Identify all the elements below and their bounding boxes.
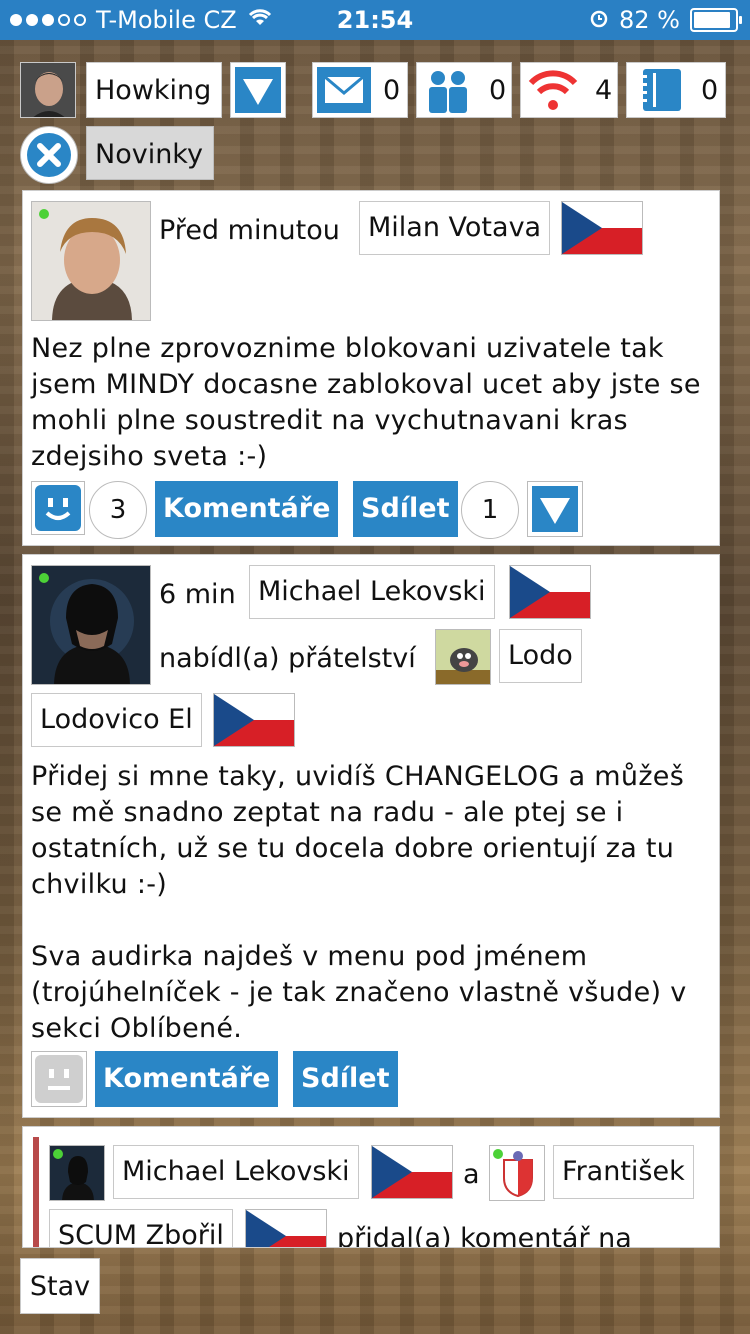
wifi-red-icon [525, 67, 581, 113]
online-indicator [39, 573, 49, 583]
username-button[interactable]: Howking [86, 62, 222, 118]
mail-icon [317, 67, 371, 113]
author-name-button[interactable]: Michael Lekovski [249, 565, 495, 619]
post-text: Nez plne zprovoznime blokovani uzivatele… [31, 333, 701, 472]
action-text: nabídl(a) přátelství [159, 643, 416, 674]
status-button-label: Stav [29, 1271, 91, 1302]
comments-button[interactable]: Komentáře [95, 1051, 279, 1107]
target-avatar[interactable] [435, 629, 491, 685]
status-bar: T-Mobile CZ 21:54 82 % [0, 0, 750, 40]
section-title-label: Novinky [95, 139, 203, 170]
notebook-icon [633, 67, 689, 113]
friends-count: 0 [489, 75, 507, 106]
notes-button[interactable]: 0 [626, 62, 726, 118]
author-avatar[interactable] [31, 565, 151, 685]
author-avatar[interactable] [31, 201, 151, 321]
post-time: 6 min [159, 579, 236, 610]
neutral-face-icon [35, 1055, 83, 1103]
close-icon [27, 133, 71, 177]
smiley-icon [35, 485, 81, 531]
czech-flag-icon [245, 1209, 327, 1247]
online-indicator [53, 1149, 63, 1159]
czech-flag-icon [509, 565, 591, 619]
share-count: 1 [461, 481, 519, 539]
target-fullname-button[interactable]: Lodovico El [31, 693, 202, 747]
battery-icon [690, 8, 742, 32]
friends-button[interactable]: 0 [416, 62, 512, 118]
post-text-second: Sva audirka najdeš v menu pod jménem (tr… [31, 941, 687, 1044]
czech-flag-icon [561, 201, 643, 255]
like-button[interactable] [31, 1051, 87, 1107]
online-count: 4 [595, 75, 613, 106]
messages-button[interactable]: 0 [312, 62, 408, 118]
comments-button[interactable]: Komentáře [155, 481, 339, 537]
status-right: 82 % [589, 6, 742, 34]
author-name-button[interactable]: Milan Votava [359, 201, 551, 255]
online-indicator [39, 209, 49, 219]
czech-flag-icon [371, 1145, 453, 1199]
user-menu-toggle[interactable] [230, 62, 286, 118]
share-button[interactable]: Sdílet [293, 1051, 398, 1107]
other-fullname-button[interactable]: SCUM Zbořil [49, 1209, 233, 1247]
chevron-down-icon [235, 67, 281, 113]
notes-count: 0 [701, 75, 719, 106]
username-label: Howking [95, 75, 212, 106]
and-text: a [463, 1159, 480, 1190]
feed-post: 6 min Michael Lekovski nabídl(a) přátels… [22, 554, 720, 1118]
close-button[interactable] [20, 126, 78, 184]
author-name-button[interactable]: Michael Lekovski [113, 1145, 359, 1199]
czech-flag-icon [213, 693, 295, 747]
like-button[interactable] [31, 481, 85, 535]
post-time: Před minutou [159, 215, 340, 246]
chevron-down-icon [532, 486, 578, 532]
post-menu-toggle[interactable] [527, 481, 583, 537]
feed-post: Před minutou Milan Votava Nez plne zprov… [22, 190, 720, 546]
user-avatar[interactable] [20, 62, 76, 118]
post-accent-bar [33, 1137, 39, 1247]
share-button[interactable]: Sdílet [353, 481, 458, 537]
battery-percent: 82 % [619, 6, 680, 34]
target-name-button[interactable]: Lodo [499, 629, 582, 683]
online-button[interactable]: 4 [520, 62, 618, 118]
feed-post: Michael Lekovski a František SCUM Zbořil… [22, 1126, 720, 1248]
status-button[interactable]: Stav [20, 1258, 100, 1314]
action-text: přidal(a) komentář na [337, 1223, 632, 1248]
messages-count: 0 [383, 75, 401, 106]
like-count: 3 [89, 481, 147, 539]
post-text: Přidej si mne taky, uvidíš CHANGELOG a m… [31, 761, 685, 900]
other-name-button[interactable]: František [553, 1145, 694, 1199]
alarm-icon [589, 6, 609, 34]
online-indicator [493, 1149, 503, 1159]
friends-icon [421, 67, 475, 113]
section-title: Novinky [86, 126, 214, 180]
